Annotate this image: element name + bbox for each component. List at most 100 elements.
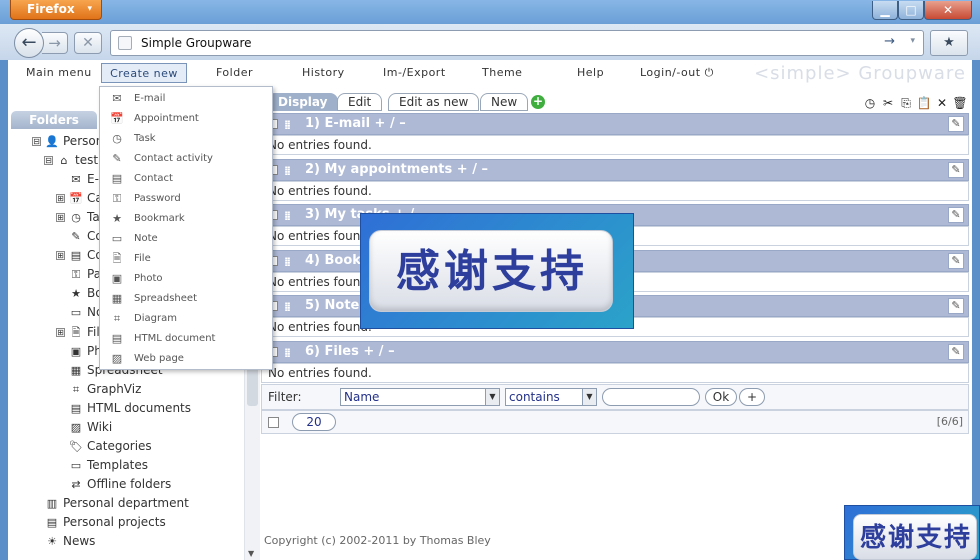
edit-icon[interactable]: ✎ <box>948 252 964 269</box>
url-bar[interactable]: Simple Groupware → ▾ <box>110 30 924 56</box>
drag-handle-icon[interactable]: ⁞⁞ <box>284 206 291 226</box>
add-icon[interactable]: + <box>531 95 545 109</box>
create-menu-item[interactable]: ✎ Contact activity <box>100 149 272 169</box>
drag-handle-icon[interactable]: ⁞⁞ <box>284 297 291 317</box>
copy-icon[interactable]: ⎘ <box>898 95 914 111</box>
cut-icon[interactable]: ✂ <box>880 95 896 111</box>
paste-icon[interactable]: 📋 <box>916 95 932 111</box>
section-header[interactable]: ⁞⁞ 6) Files + / – ✎ <box>261 340 969 363</box>
url-dropdown-icon[interactable]: ▾ <box>910 36 915 46</box>
tree-item[interactable]: ⊟ ⌂ test <box>44 151 98 169</box>
tree-item[interactable]: ▭ Templates <box>56 456 148 474</box>
expander-icon[interactable]: ⊞ <box>56 213 65 222</box>
tree-item[interactable]: ✎ Co <box>56 227 102 245</box>
edit-icon[interactable]: ✎ <box>948 116 964 132</box>
tree-item[interactable]: ⊞ 📅 Ca <box>56 189 103 207</box>
watermark-corner-plate: 感谢支持 <box>853 514 977 560</box>
tree-item[interactable]: ⊞ ◷ Ta <box>56 208 100 226</box>
forward-button[interactable]: → <box>42 32 68 54</box>
menu-main-menu[interactable]: Main menu <box>18 63 100 83</box>
tree-item[interactable]: ☀ News <box>32 532 95 550</box>
menu-theme[interactable]: Theme <box>474 63 530 83</box>
back-button[interactable]: ← <box>14 28 44 58</box>
expander-icon[interactable]: ⊞ <box>56 328 65 337</box>
create-menu-item[interactable]: 📅 Appointment <box>100 109 272 129</box>
menu-create-new[interactable]: Create new <box>101 63 187 83</box>
tree-item[interactable]: ▨ Wiki <box>56 418 112 436</box>
maximize-button[interactable]: □ <box>898 1 924 20</box>
power-icon: ⏻ <box>704 66 714 79</box>
tree-item[interactable]: ⇄ Offline folders <box>56 475 171 493</box>
page-size-button[interactable]: 20 <box>292 413 336 431</box>
tree-item[interactable]: ▤ HTML documents <box>56 399 191 417</box>
firefox-menu-button[interactable]: Firefox ▾ <box>10 0 102 20</box>
expander-icon[interactable]: ⊟ <box>44 156 53 165</box>
minimize-button[interactable]: ▁ <box>872 1 898 20</box>
clock-icon[interactable]: ◷ <box>862 95 878 111</box>
section-header[interactable]: ⁞⁞ 1) E-mail + / – ✎ <box>261 113 969 135</box>
filter-add-button[interactable]: + <box>739 388 765 406</box>
tree-item[interactable]: ▣ Ph <box>56 342 102 360</box>
tree-item[interactable]: ★ Bo <box>56 284 103 302</box>
create-menu-item[interactable]: 🗎 File <box>100 249 272 269</box>
folders-header[interactable]: Folders <box>11 111 97 129</box>
tree-item[interactable]: ⌗ GraphViz <box>56 380 142 398</box>
edit-icon[interactable]: ✎ <box>948 343 964 360</box>
tab-edit[interactable]: Edit <box>337 93 383 111</box>
minimize-icon: ▁ <box>880 3 890 17</box>
drag-handle-icon[interactable]: ⁞⁞ <box>284 343 291 363</box>
drag-handle-icon[interactable]: ⁞⁞ <box>284 115 291 135</box>
menu-help[interactable]: Help <box>569 63 612 83</box>
edit-icon[interactable]: ✎ <box>948 161 964 178</box>
create-menu-item[interactable]: ▣ Photo <box>100 269 272 289</box>
edit-icon[interactable]: ✎ <box>948 207 964 223</box>
tree-item[interactable]: ⊞ ▤ Co <box>56 246 103 264</box>
stop-button[interactable]: ✕ <box>74 32 102 54</box>
tree-item[interactable]: ⊟ 👤 Person <box>32 132 103 150</box>
create-menu-item[interactable]: ⌗ Diagram <box>100 309 272 329</box>
trash-icon[interactable]: 🗑 <box>952 95 968 111</box>
expander-icon[interactable]: ⊟ <box>32 137 41 146</box>
tree-item[interactable]: ▤ Personal projects <box>32 513 166 531</box>
edit-icon[interactable]: ✎ <box>948 298 964 314</box>
folder-icon: ▣ <box>70 345 82 358</box>
drag-handle-icon[interactable]: ⁞⁞ <box>284 161 291 181</box>
go-arrow-icon[interactable]: → <box>884 34 895 49</box>
create-menu-item[interactable]: ▨ Web page <box>100 349 272 369</box>
menu-import-export[interactable]: Im-/Export <box>375 63 454 83</box>
create-menu-item[interactable]: ⚿ Password <box>100 189 272 209</box>
tree-item[interactable]: ▥ Personal department <box>32 494 189 512</box>
bookmarks-button[interactable]: ★ <box>930 30 968 56</box>
tab-display[interactable]: Display <box>267 93 339 111</box>
create-menu-item[interactable]: ★ Bookmark <box>100 209 272 229</box>
filter-operator-select[interactable]: contains ▼ <box>505 388 597 406</box>
menu-folder[interactable]: Folder <box>208 63 261 83</box>
tree-item[interactable]: ▭ No <box>56 303 104 321</box>
create-menu-item[interactable]: ▤ HTML document <box>100 329 272 349</box>
expander-icon[interactable]: ⊞ <box>56 251 65 260</box>
create-menu-item[interactable]: ▦ Spreadsheet <box>100 289 272 309</box>
create-menu-item[interactable]: ▤ Contact <box>100 169 272 189</box>
menu-login-logout[interactable]: Login/-out ⏻ <box>632 63 722 83</box>
menu-history[interactable]: History <box>294 63 353 83</box>
close-window-button[interactable]: ✕ <box>924 1 972 20</box>
tree-item[interactable]: 🏷 Categories <box>56 437 152 455</box>
filter-field-select[interactable]: Name ▼ <box>340 388 500 406</box>
filter-value-input[interactable] <box>602 388 700 406</box>
tree-item[interactable]: ⊞ 🗎 Fil <box>56 323 100 341</box>
drag-handle-icon[interactable]: ⁞⁞ <box>284 252 291 272</box>
section-header[interactable]: ⁞⁞ 2) My appointments + / – ✎ <box>261 158 969 181</box>
item-type-icon: ▤ <box>111 332 123 345</box>
create-menu-item[interactable]: ✉ E-mail <box>100 89 272 109</box>
create-menu-item[interactable]: ◷ Task <box>100 129 272 149</box>
expander-icon[interactable]: ⊞ <box>56 194 65 203</box>
tab-new[interactable]: New <box>480 93 529 111</box>
create-menu-item[interactable]: ▭ Note <box>100 229 272 249</box>
tree-item[interactable]: ⚿ Pa <box>56 265 101 283</box>
scroll-down-icon[interactable]: ▼ <box>248 549 254 558</box>
delete-icon[interactable]: ✕ <box>934 95 950 111</box>
tab-edit-as-new[interactable]: Edit as new <box>388 93 480 111</box>
filter-ok-button[interactable]: Ok <box>705 388 737 406</box>
select-all-checkbox[interactable] <box>268 417 279 428</box>
tree-item[interactable]: ✉ E- <box>56 170 99 188</box>
